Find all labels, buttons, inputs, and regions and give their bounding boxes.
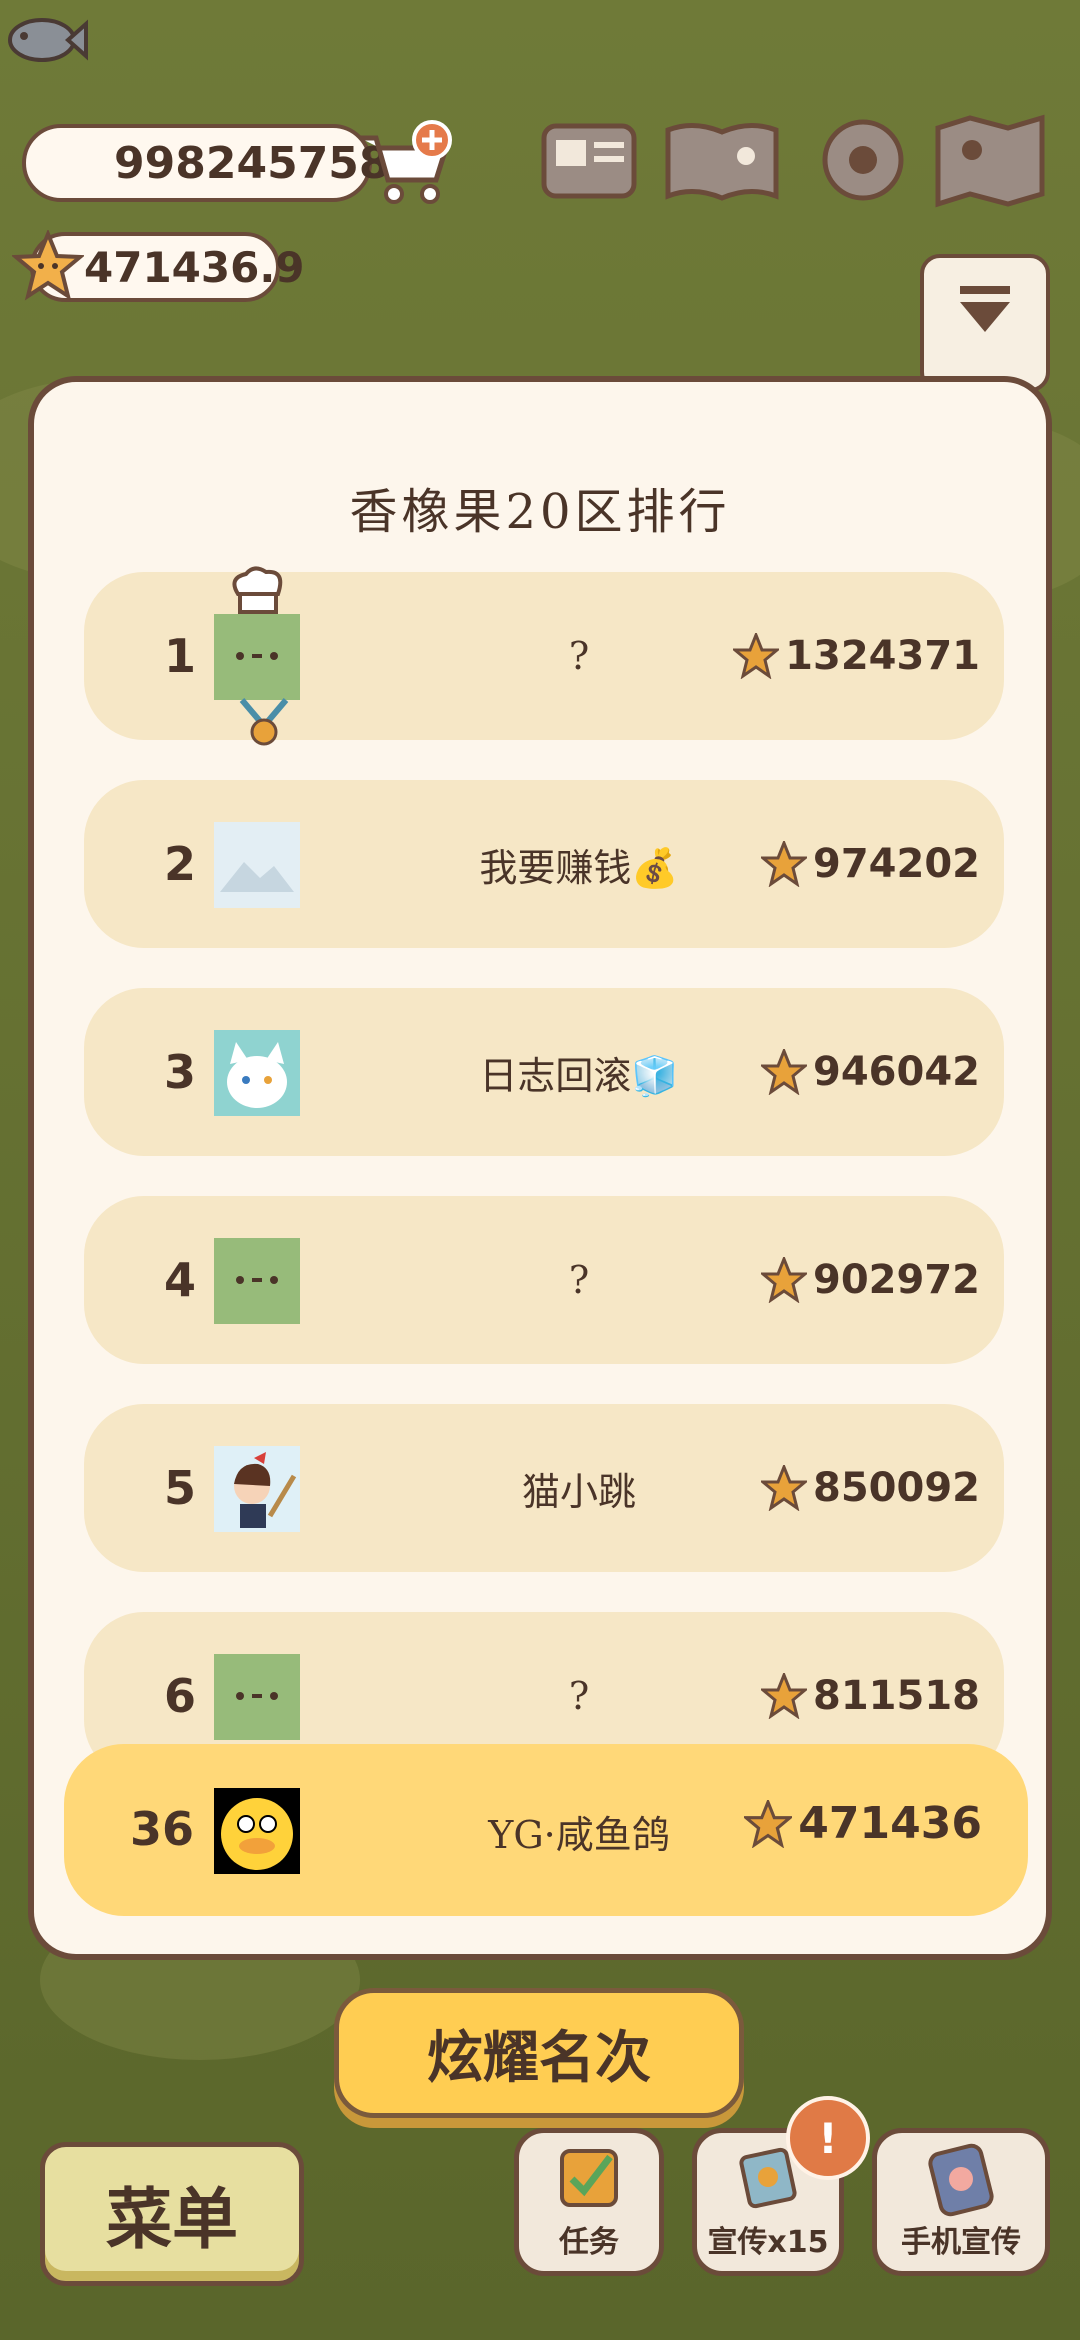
rank-number: 3 [163,1045,196,1099]
leaderboard-modal: 香橡果20区排行 1 ? 1324371 2 我要赚钱💰 974202 3 日志… [28,376,1052,1960]
green-blob-avatar [214,1238,300,1324]
white-cat-avatar [214,1030,300,1116]
fish-icon [8,18,88,62]
star-icon [12,230,84,301]
star-icon [744,1799,793,1848]
notification-badge: ! [786,2096,870,2180]
green-blob-avatar [214,1654,300,1740]
leaderboard-row[interactable]: 1 ? 1324371 [84,566,1004,746]
girl-broom-avatar [214,1446,300,1532]
image-placeholder-avatar [214,822,300,908]
fish-count: 998245758 [114,137,390,189]
star-icon [761,1257,807,1303]
leaderboard-row[interactable]: 4 ? 902972 [84,1196,1004,1364]
score-value: 1324371 [785,633,980,679]
player-score: 1324371 [733,633,980,679]
player-score: 811518 [761,1673,980,1719]
player-name: 我要赚钱💰 [479,845,679,890]
star-count: 471436.9 [84,242,305,292]
score-value: 974202 [813,841,980,887]
menu-button[interactable]: 菜单 [40,2142,304,2286]
player-score: 902972 [761,1257,980,1303]
star-icon [761,1673,807,1719]
rank-number: 5 [163,1461,196,1515]
rank-number: 1 [163,629,196,683]
score-value: 471436 [798,1798,982,1849]
cart-add-icon[interactable] [350,118,460,210]
paw-book-icon[interactable] [660,110,784,210]
fish-currency-pill: 998245758 [22,124,390,202]
medal-icon [239,698,289,746]
player-score: 946042 [761,1049,980,1095]
score-value: 811518 [813,1673,980,1719]
star-icon [761,841,807,887]
dropdown-arrow-icon[interactable] [920,254,1050,392]
rank-number: 36 [130,1802,195,1856]
phone-promote-button[interactable]: 手机宣传 [872,2128,1050,2276]
score-value: 850092 [813,1465,980,1511]
player-score: 471436 [744,1798,982,1849]
leaderboard-row[interactable]: 3 日志回滚🧊 946042 [84,988,1004,1156]
star-icon [761,1465,807,1511]
score-value: 902972 [813,1257,980,1303]
player-name: ? [568,1258,590,1302]
leaderboard-title: 香橡果20区排行 [349,484,731,540]
map-icon[interactable] [932,110,1048,210]
gear-icon[interactable] [808,110,918,210]
rank-number: 4 [163,1253,196,1307]
rank-number: 2 [163,837,196,891]
show-off-rank-button[interactable]: 炫耀名次 [334,1988,744,2118]
phone-icon [928,2143,994,2217]
promote-label: 宣传x15 [707,2225,829,2260]
player-score: 974202 [761,841,980,887]
chef-hat-icon [232,566,283,614]
leaderboard-row[interactable]: 5 猫小跳 850092 [84,1404,1004,1572]
news-icon[interactable] [536,110,646,210]
checklist-icon [560,2149,618,2207]
yellow-duck-avatar [214,1788,300,1874]
star-icon [761,1049,807,1095]
player-name: 日志回滚🧊 [479,1053,679,1098]
my-rank-row: 36 YG·咸鱼鸽 471436 [64,1744,1028,1916]
score-value: 946042 [813,1049,980,1095]
leaderboard-row[interactable]: 2 我要赚钱💰 974202 [84,780,1004,948]
tasks-label: 任务 [559,2225,619,2260]
tasks-button[interactable]: 任务 [514,2128,664,2276]
player-name: ? [568,1674,590,1718]
phone-promote-label: 手机宣传 [901,2225,1021,2260]
chevron-down-icon [960,286,1010,332]
player-score: 850092 [761,1465,980,1511]
rank-number: 6 [163,1669,196,1723]
green-blob-avatar [214,614,300,700]
player-name: 猫小跳 [521,1469,636,1514]
star-icon [733,633,780,679]
